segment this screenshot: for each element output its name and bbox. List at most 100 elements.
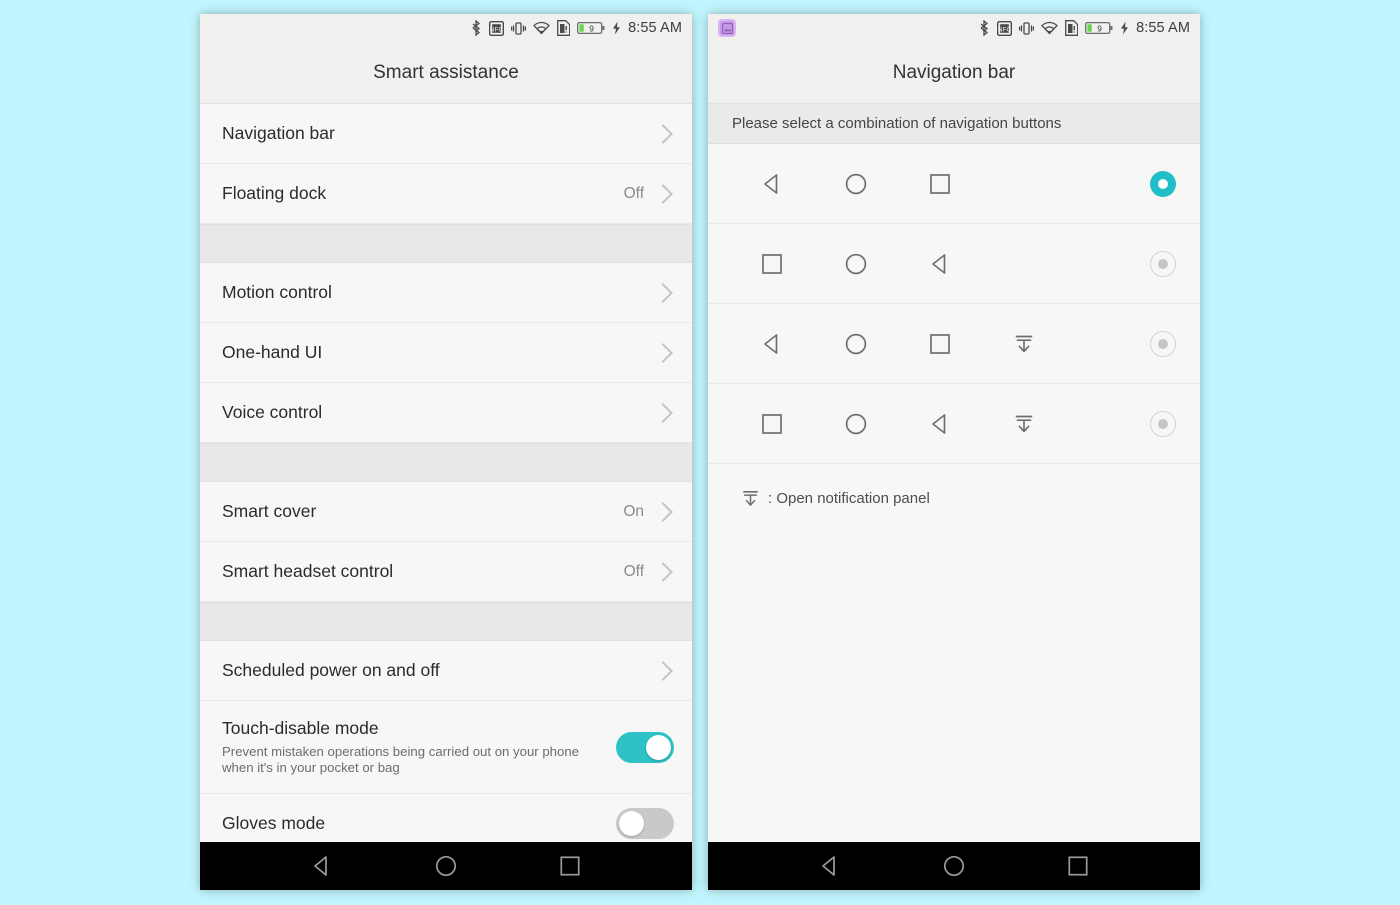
battery-icon: 9 [1085,21,1113,35]
touch-disable-mode-toggle[interactable] [616,731,674,763]
back-icon [730,330,814,358]
nav-option-radio[interactable] [1150,410,1176,437]
list-item-label: One-hand UI [222,342,323,362]
home-icon[interactable] [433,853,459,879]
toggle-knob [619,811,644,836]
bluetooth-icon [978,20,990,36]
list-item-label: Smart headset control [222,561,394,581]
nav-option-buttons [730,330,1150,358]
list-item-smart-headset-control[interactable]: Smart headset control Off [200,542,692,602]
sim-card-icon [1065,20,1079,36]
wifi-icon [533,21,550,35]
list-item-label: Motion control [222,282,332,302]
legend: : Open notification panel [708,464,1200,511]
right-phone-panel: NFC 9 8:55 AM Navigation bar Please sele… [708,14,1200,890]
navigation-bar-options[interactable]: Please select a combination of navigatio… [708,104,1200,842]
battery-level-text: 9 [589,23,594,33]
bluetooth-icon [470,20,482,36]
svg-text:NFC: NFC [998,26,1012,33]
nav-option-buttons [730,250,1150,278]
nav-option-row[interactable] [708,224,1200,304]
chevron-right-icon [653,183,673,204]
list-item-smart-cover[interactable]: Smart cover On [200,482,692,542]
home-icon [814,170,898,198]
recents-icon [730,250,814,278]
list-item-label: Voice control [222,402,323,422]
screenshot-notification-icon [718,19,736,37]
left-status-icons: NFC 9 8:55 AM [470,20,682,36]
nav-option-row[interactable] [708,144,1200,224]
left-android-nav-bar[interactable] [200,842,692,890]
recents-icon[interactable] [557,853,583,879]
left-phone-panel: NFC 9 8:55 AM Smart assistance Navigatio… [200,14,692,890]
nfc-icon: NFC [997,20,1013,36]
chevron-right-icon [653,342,673,363]
list-item-voice-control[interactable]: Voice control [200,383,692,443]
charging-bolt-icon [1120,21,1129,35]
list-item-label: Touch-disable mode [222,717,379,738]
page-title: Navigation bar [892,61,1016,83]
right-status-icons: NFC 9 8:55 AM [978,20,1190,36]
vibrate-icon [1019,21,1035,36]
nav-option-radio-selected[interactable] [1150,170,1176,197]
right-status-notifications [718,19,736,37]
list-item-one-hand-ui[interactable]: One-hand UI [200,323,692,383]
group-separator [200,224,692,263]
back-icon [898,250,982,278]
recents-icon [898,170,982,198]
left-status-bar: NFC 9 8:55 AM [200,14,692,42]
back-icon[interactable] [817,853,843,879]
notification-panel-icon [982,410,1066,438]
list-item-navigation-bar[interactable]: Navigation bar [200,104,692,164]
list-item-gloves-mode[interactable]: Gloves mode [200,794,692,842]
nav-option-radio[interactable] [1150,250,1176,277]
vibrate-icon [511,21,527,36]
list-item-text-column: Touch-disable mode Prevent mistaken oper… [222,718,616,777]
instruction-banner: Please select a combination of navigatio… [708,104,1200,144]
wifi-icon [1041,21,1058,35]
list-item-label: Gloves mode [222,813,326,833]
gloves-mode-toggle[interactable] [616,808,674,839]
page-title: Smart assistance [373,61,519,83]
back-icon[interactable] [309,853,335,879]
recents-icon [730,410,814,438]
status-clock: 8:55 AM [1136,20,1190,36]
nav-option-row[interactable] [708,304,1200,384]
list-item-scheduled-power[interactable]: Scheduled power on and off [200,641,692,701]
chevron-right-icon [653,282,673,303]
legend-text: : Open notification panel [768,490,930,507]
home-icon [814,330,898,358]
list-item-label: Floating dock [222,183,327,203]
home-icon[interactable] [941,853,967,879]
nav-option-radio[interactable] [1150,330,1176,357]
right-android-nav-bar[interactable] [708,842,1200,890]
left-title-bar: Smart assistance [200,42,692,104]
list-item-label: Scheduled power on and off [222,660,440,680]
notification-panel-icon [982,330,1066,358]
charging-bolt-icon [612,21,621,35]
home-icon [814,250,898,278]
smart-assistance-list[interactable]: Navigation bar Floating dock Off Motion … [200,104,692,842]
list-item-floating-dock[interactable]: Floating dock Off [200,164,692,224]
nav-option-buttons [730,170,1150,198]
home-icon [814,410,898,438]
recents-icon [898,330,982,358]
list-item-value: On [623,502,644,520]
group-separator [200,602,692,641]
list-item-subtitle: Prevent mistaken operations being carrie… [222,743,580,776]
list-item-touch-disable-mode[interactable]: Touch-disable mode Prevent mistaken oper… [200,701,692,794]
sim-card-icon [557,20,571,36]
group-separator [200,443,692,482]
toggle-knob [646,734,671,760]
recents-icon[interactable] [1065,853,1091,879]
list-item-motion-control[interactable]: Motion control [200,263,692,323]
list-item-label: Smart cover [222,501,317,521]
screenshot-stage: NFC 9 8:55 AM Smart assistance Navigatio… [0,0,1400,905]
instruction-text: Please select a combination of navigatio… [732,115,1062,132]
list-item-value: Off [623,184,644,202]
nav-option-row[interactable] [708,384,1200,464]
nfc-icon: NFC [489,20,505,36]
chevron-right-icon [653,402,673,423]
svg-text:NFC: NFC [490,26,504,33]
back-icon [898,410,982,438]
